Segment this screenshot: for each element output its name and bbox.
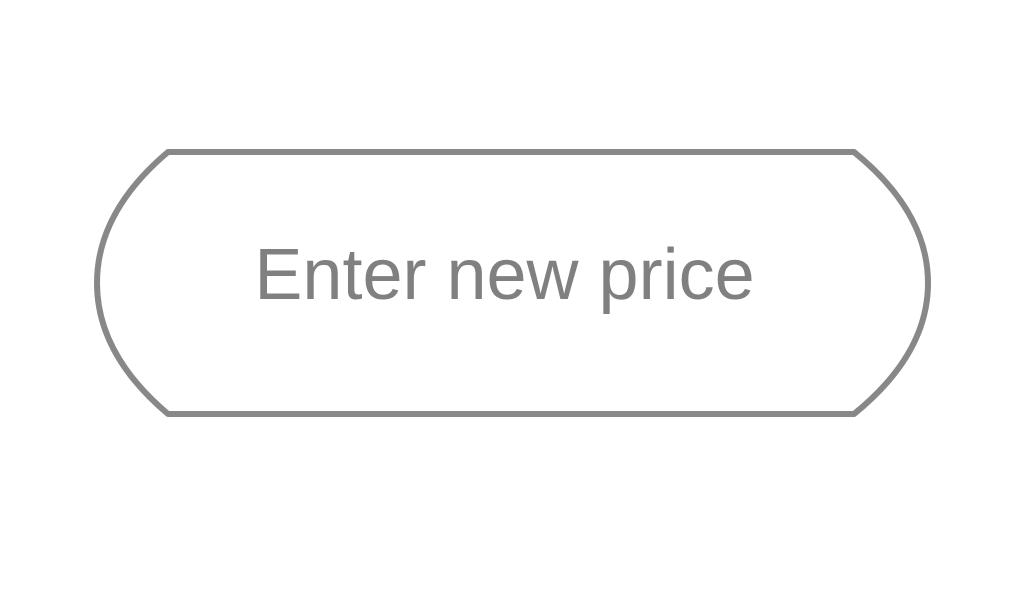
price-input[interactable] [150,215,859,335]
price-input-container[interactable] [0,0,1009,594]
price-entry-screen [0,0,1009,594]
